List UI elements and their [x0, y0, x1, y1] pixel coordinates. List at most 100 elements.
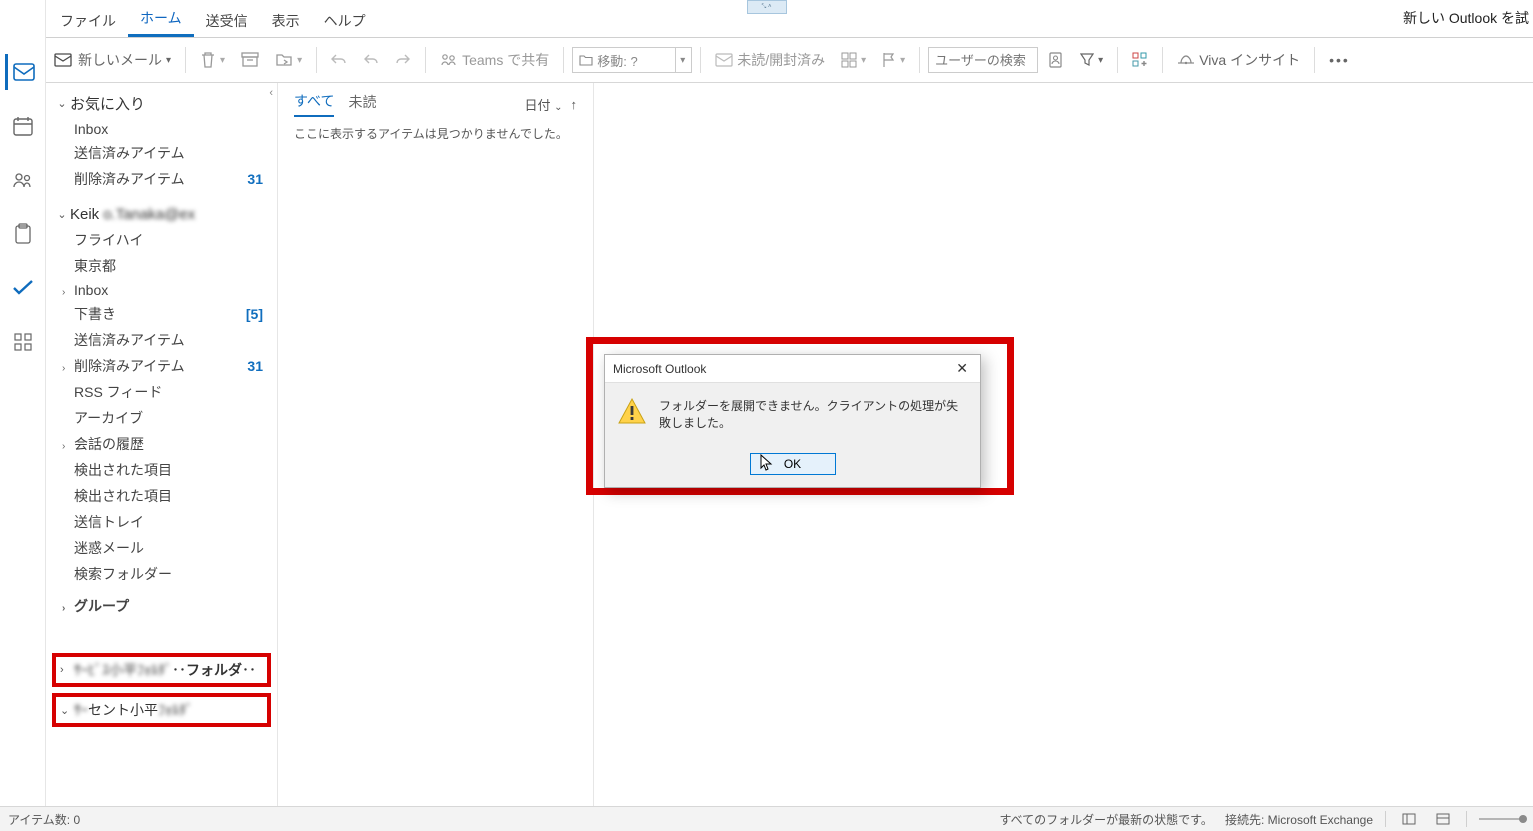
- account-name-blurred: o.Tanaka@ex: [103, 206, 195, 223]
- folder-detected-2[interactable]: 検出された項目: [46, 483, 277, 509]
- warning-icon: [617, 397, 647, 425]
- separator: [185, 47, 186, 73]
- separator: [1385, 811, 1386, 827]
- favorites-label: お気に入り: [70, 93, 145, 114]
- overflow-button[interactable]: •••: [1323, 43, 1356, 77]
- teams-share-label: Teams で共有: [462, 50, 549, 70]
- tab-help[interactable]: ヘルプ: [312, 5, 378, 37]
- separator: [919, 47, 920, 73]
- chevron-down-icon: ▾: [1098, 55, 1103, 66]
- unread-read-label: 未読/開封済み: [737, 50, 825, 70]
- folder-rss[interactable]: RSS フィード: [46, 379, 277, 405]
- separator: [1162, 47, 1163, 73]
- tasks-module-icon[interactable]: [5, 216, 41, 252]
- move-to-dropdown[interactable]: ▾: [675, 48, 689, 72]
- tab-home[interactable]: ホーム: [128, 2, 194, 37]
- window-expand-handle[interactable]: ⤡ ˄: [747, 0, 787, 14]
- sort-by-button[interactable]: 日付 ⌄: [524, 95, 562, 114]
- folder-sent-fav[interactable]: 送信済みアイテム: [46, 140, 277, 166]
- apps-module-icon[interactable]: [5, 324, 41, 360]
- user-search-input[interactable]: [928, 47, 1038, 73]
- viva-label: Viva インサイト: [1199, 50, 1300, 70]
- apps-grid-button[interactable]: [1126, 43, 1154, 77]
- flag-button[interactable]: ▾: [876, 43, 911, 77]
- separator: [700, 47, 701, 73]
- calendar-module-icon[interactable]: [5, 108, 41, 144]
- folder-drafts[interactable]: 下書き[5]: [46, 301, 277, 327]
- dialog-close-button[interactable]: ✕: [952, 360, 972, 377]
- folder-sent[interactable]: 送信済みアイテム: [46, 327, 277, 353]
- zoom-slider[interactable]: [1479, 818, 1525, 820]
- move-to-label: 移動: ?: [597, 51, 637, 70]
- deleted-count: 31: [247, 171, 267, 187]
- deleted-count-2: 31: [247, 358, 267, 374]
- chevron-down-icon: ▾: [166, 55, 171, 66]
- view-reading-button[interactable]: [1432, 810, 1454, 828]
- folder-search-folders[interactable]: 検索フォルダー: [46, 561, 277, 587]
- folder-detected-1[interactable]: 検出された項目: [46, 457, 277, 483]
- sync-status: すべてのフォルダーが最新の状態です。: [999, 811, 1212, 828]
- separator: [1314, 47, 1315, 73]
- undo-button[interactable]: [325, 43, 353, 77]
- acct3-mid: セント小平: [88, 700, 158, 720]
- sort-direction-button[interactable]: ↑: [571, 97, 578, 112]
- view-normal-button[interactable]: [1398, 810, 1420, 828]
- move-split-button[interactable]: ▾: [269, 43, 308, 77]
- mail-module-icon[interactable]: [5, 54, 41, 90]
- connection-status: 接続先: Microsoft Exchange: [1225, 811, 1373, 828]
- reply-button[interactable]: [357, 43, 385, 77]
- folder-conversation-history[interactable]: ›会話の履歴: [46, 431, 277, 457]
- separator: [425, 47, 426, 73]
- archive-button[interactable]: [235, 43, 265, 77]
- folder-deleted-fav[interactable]: 削除済みアイテム31: [46, 166, 277, 192]
- tab-file[interactable]: ファイル: [48, 5, 128, 37]
- address-book-button[interactable]: [1042, 43, 1070, 77]
- chevron-down-icon: ▾: [297, 55, 302, 66]
- account-header[interactable]: ⌄Keiko.Tanaka@ex: [46, 202, 277, 227]
- move-to-combo[interactable]: 移動: ? ▾: [572, 47, 692, 73]
- new-mail-label: 新しいメール: [78, 50, 162, 70]
- item-count: アイテム数: 0: [8, 811, 80, 828]
- tab-sendreceive[interactable]: 送受信: [194, 5, 260, 37]
- todo-checkmark-icon[interactable]: [5, 270, 41, 306]
- cursor-icon: [760, 454, 774, 475]
- separator: [1117, 47, 1118, 73]
- empty-list-message: ここに表示するアイテムは見つかりませんでした。: [294, 125, 577, 142]
- separator: [316, 47, 317, 73]
- tab-view[interactable]: 表示: [260, 5, 312, 37]
- folder-deleted[interactable]: ›削除済みアイテム31: [46, 353, 277, 379]
- people-module-icon[interactable]: [5, 162, 41, 198]
- account-name: Keik: [70, 206, 99, 223]
- folder-archive[interactable]: アーカイブ: [46, 405, 277, 431]
- folder-junk[interactable]: 迷惑メール: [46, 535, 277, 561]
- viva-insights-button[interactable]: Viva インサイト: [1171, 43, 1306, 77]
- filter-unread-tab[interactable]: 未読: [348, 92, 376, 116]
- drafts-count: [5]: [246, 306, 267, 322]
- chevron-down-icon: ⌄: [554, 102, 562, 113]
- collapse-nav-icon[interactable]: ‹: [269, 87, 273, 99]
- folder-inbox-fav[interactable]: Inbox: [46, 118, 277, 140]
- separator: [1466, 811, 1467, 827]
- folder-outbox[interactable]: 送信トレイ: [46, 509, 277, 535]
- new-mail-button[interactable]: 新しいメール ▾: [48, 43, 177, 77]
- module-rail: [0, 0, 46, 806]
- folder-inbox[interactable]: ›Inbox: [46, 279, 277, 301]
- folder-flyhigh[interactable]: フライハイ: [46, 227, 277, 253]
- favorites-header[interactable]: ⌄お気に入り: [46, 89, 277, 118]
- filter-button[interactable]: ▾: [1074, 43, 1109, 77]
- delete-button[interactable]: ▾: [194, 43, 231, 77]
- forward-button[interactable]: [389, 43, 417, 77]
- try-new-outlook[interactable]: 新しい Outlook を試: [1403, 8, 1529, 28]
- unread-read-button[interactable]: 未読/開封済み: [709, 43, 831, 77]
- secondary-account-2[interactable]: ⌄ｻｰ セント小平ﾌｫﾙﾀﾞ: [52, 693, 271, 727]
- folder-tokyo[interactable]: 東京都: [46, 253, 277, 279]
- filter-all-tab[interactable]: すべて: [294, 91, 334, 117]
- chevron-down-icon: ▾: [220, 55, 225, 66]
- dialog-message: フォルダーを展開できません。クライアントの処理が失敗しました。: [659, 397, 968, 431]
- categorize-button[interactable]: ▾: [835, 43, 872, 77]
- secondary-account-1[interactable]: ›ｻｰﾋﾞｽ小平ﾌｫﾙﾀﾞ‥フォルダ‥: [52, 653, 271, 687]
- ribbon-toolbar: 新しいメール ▾ ▾ ▾ Teams で共有 移動: ? ▾ 未読/開封済み ▾: [0, 38, 1533, 83]
- teams-share-button[interactable]: Teams で共有: [434, 43, 555, 77]
- separator: [563, 47, 564, 73]
- groups-header[interactable]: ›グループ: [46, 593, 277, 619]
